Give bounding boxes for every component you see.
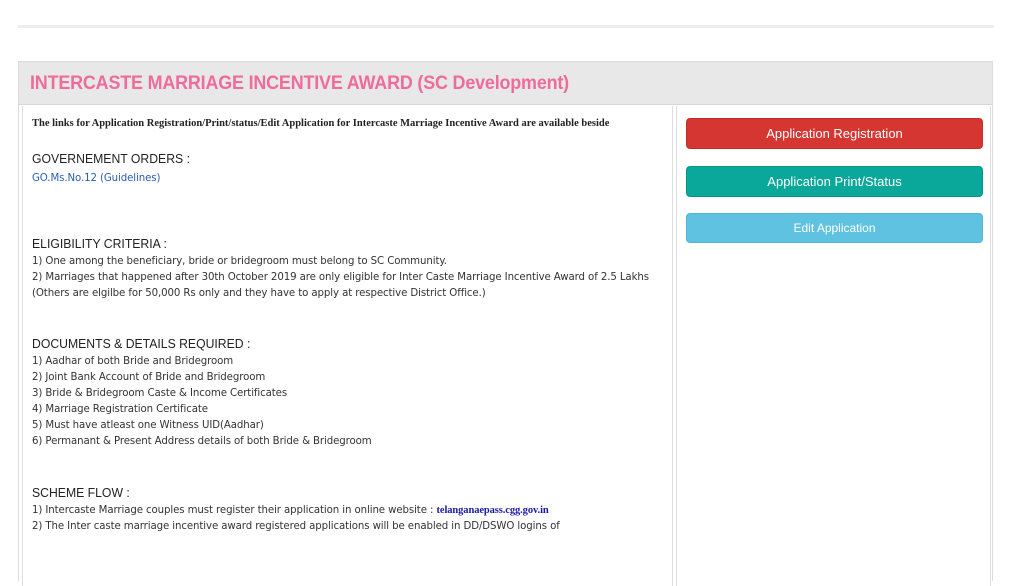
award-panel: INTERCASTE MARRIAGE INCENTIVE AWARD (SC … bbox=[18, 61, 993, 586]
actions-column: Application Registration Application Pri… bbox=[676, 106, 991, 586]
documents-heading: DOCUMENTS & DETAILS REQUIRED : bbox=[32, 336, 251, 351]
page-title: INTERCASTE MARRIAGE INCENTIVE AWARD (SC … bbox=[30, 71, 569, 94]
website-link[interactable]: telanganaepass.cgg.gov.in bbox=[436, 505, 548, 516]
top-divider bbox=[18, 25, 994, 28]
document-item: 6) Permanant & Present Address details o… bbox=[32, 436, 372, 447]
panel-header: INTERCASTE MARRIAGE INCENTIVE AWARD (SC … bbox=[19, 62, 992, 105]
application-print-status-button[interactable]: Application Print/Status bbox=[686, 166, 983, 197]
document-item: 2) Joint Bank Account of Bride and Bride… bbox=[32, 372, 266, 383]
scheme-flow-line: 2) The Inter caste marriage incentive aw… bbox=[32, 521, 560, 532]
intro-text: The links for Application Registration/P… bbox=[32, 118, 610, 129]
scheme-flow-heading: SCHEME FLOW : bbox=[32, 485, 130, 500]
scheme-flow-line: 1) Intercaste Marriage couples must regi… bbox=[32, 505, 549, 516]
eligibility-heading: ELIGIBILITY CRITERIA : bbox=[32, 236, 167, 251]
government-orders-heading: GOVERNEMENT ORDERS : bbox=[32, 151, 190, 166]
go-guidelines-link[interactable]: GO.Ms.No.12 (Guidelines) bbox=[32, 173, 160, 184]
edit-application-button[interactable]: Edit Application bbox=[686, 213, 983, 243]
document-item: 3) Bride & Bridegroom Caste & Income Cer… bbox=[32, 388, 288, 399]
document-item: 1) Aadhar of both Bride and Bridegroom bbox=[32, 356, 234, 367]
document-item: 4) Marriage Registration Certificate bbox=[32, 404, 208, 415]
info-column: The links for Application Registration/P… bbox=[22, 106, 673, 586]
eligibility-line: 1) One among the beneficiary, bride or b… bbox=[32, 256, 447, 267]
application-registration-button[interactable]: Application Registration bbox=[686, 118, 983, 149]
document-item: 5) Must have atleast one Witness UID(Aad… bbox=[32, 420, 264, 431]
eligibility-line: (Others are elgilbe for 50,000 Rs only a… bbox=[32, 288, 486, 299]
scheme-flow-text: 1) Intercaste Marriage couples must regi… bbox=[32, 505, 437, 516]
eligibility-line: 2) Marriages that happened after 30th Oc… bbox=[32, 272, 649, 283]
